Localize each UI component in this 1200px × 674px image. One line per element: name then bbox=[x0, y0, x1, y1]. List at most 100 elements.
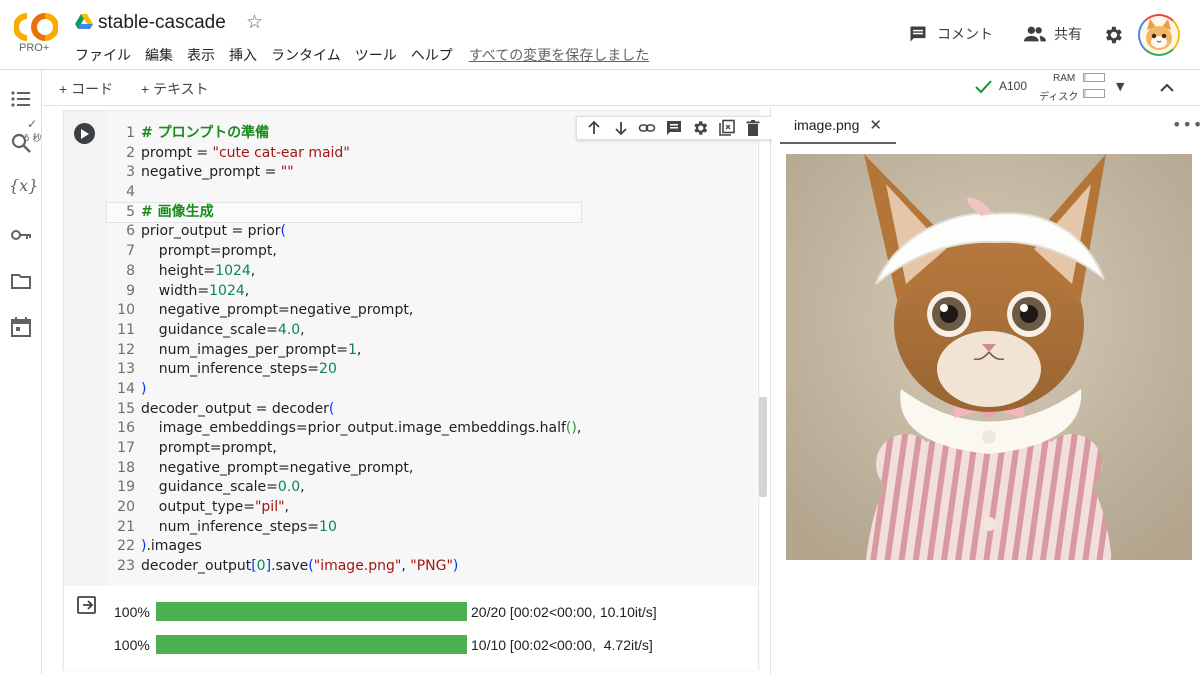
cell-toolbar bbox=[576, 116, 798, 140]
arrow-down-icon[interactable] bbox=[612, 119, 630, 137]
code-line[interactable]: 8 height=1024, bbox=[107, 262, 581, 282]
line-number: 9 bbox=[126, 282, 135, 299]
cat-avatar-image bbox=[1140, 16, 1178, 54]
folder-icon[interactable] bbox=[10, 270, 32, 292]
notebook-title[interactable]: stable-cascade bbox=[98, 12, 226, 34]
menu-runtime[interactable]: ランタイム bbox=[271, 45, 341, 65]
code-line[interactable]: 23 decoder_output[0].save("image.png", "P… bbox=[107, 557, 581, 577]
code-line[interactable]: 12 num_images_per_prompt=1, bbox=[107, 341, 581, 361]
code-line[interactable]: 2 prompt = "cute cat-ear maid" bbox=[107, 144, 581, 164]
code-line[interactable]: 19 guidance_scale=0.0, bbox=[107, 478, 581, 498]
code-line[interactable]: 17 prompt=prompt, bbox=[107, 439, 581, 459]
code-cell[interactable]: 1 # プロンプトの準備 2 prompt = "cute cat-ear maid"… bbox=[63, 110, 798, 671]
variables-icon[interactable]: {x} bbox=[9, 176, 38, 198]
code-line[interactable]: 10 negative_prompt=negative_prompt, bbox=[107, 301, 581, 321]
code-line[interactable]: 15 decoder_output = decoder( bbox=[107, 400, 581, 420]
star-icon[interactable]: ☆ bbox=[246, 11, 263, 33]
ram-meter-fill bbox=[1084, 74, 1086, 81]
code-line[interactable]: 9 width=1024, bbox=[107, 282, 581, 302]
runtime-name: A100 bbox=[999, 79, 1028, 93]
code-line[interactable]: 11 guidance_scale=4.0, bbox=[107, 321, 581, 341]
gear-icon[interactable] bbox=[1102, 24, 1124, 46]
progress-stats: 20/20 [00:02<00:00, 10.10it/s] bbox=[471, 603, 657, 620]
output-icon[interactable] bbox=[76, 594, 98, 616]
code-line[interactable]: 21 num_inference_steps=10 bbox=[107, 518, 581, 538]
comment-icon[interactable] bbox=[665, 119, 683, 137]
progress-percent: 100% bbox=[114, 603, 150, 620]
mirror-cell-icon[interactable] bbox=[718, 119, 736, 137]
run-cell-button[interactable] bbox=[74, 123, 95, 144]
more-options-icon[interactable]: ••• bbox=[1172, 115, 1200, 134]
code-line[interactable]: 16 image_embeddings=prior_output.image_e… bbox=[107, 419, 581, 439]
code-token: "image.png" bbox=[313, 558, 402, 575]
line-number: 8 bbox=[126, 262, 135, 279]
code-line[interactable]: 1 # プロンプトの準備 bbox=[107, 124, 581, 144]
line-number: 13 bbox=[117, 361, 135, 378]
menu-insert[interactable]: 挿入 bbox=[229, 45, 257, 65]
runtime-dropdown-icon[interactable]: ▼ bbox=[1116, 80, 1124, 93]
code-line[interactable]: 20 output_type="pil", bbox=[107, 498, 581, 518]
code-token: num_inference_steps= bbox=[141, 361, 320, 378]
save-status[interactable]: すべての変更を保存しました bbox=[469, 45, 649, 65]
line-number: 15 bbox=[117, 400, 135, 417]
menu-file[interactable]: ファイル bbox=[75, 45, 131, 65]
play-icon bbox=[81, 128, 89, 139]
share-button[interactable]: 共有 bbox=[1024, 24, 1082, 44]
check-icon bbox=[975, 80, 992, 94]
link-icon[interactable] bbox=[638, 119, 656, 137]
key-icon[interactable] bbox=[10, 224, 32, 246]
google-drive-icon[interactable] bbox=[75, 14, 93, 30]
menu-view[interactable]: 表示 bbox=[187, 45, 215, 65]
menu-tools[interactable]: ツール bbox=[355, 45, 397, 65]
code-line[interactable]: 7 prompt=prompt, bbox=[107, 242, 581, 262]
table-of-contents-icon[interactable] bbox=[10, 88, 32, 110]
code-token: prompt=prompt, bbox=[141, 243, 277, 260]
code-token: .images bbox=[146, 538, 202, 555]
code-token: ( bbox=[328, 400, 335, 417]
close-icon[interactable]: ✕ bbox=[869, 116, 882, 134]
line-number: 4 bbox=[126, 184, 135, 201]
line-number: 22 bbox=[117, 538, 135, 555]
code-line[interactable]: 6 prior_output = prior( bbox=[107, 222, 581, 242]
code-line[interactable]: 4 bbox=[107, 183, 581, 203]
code-token: .save bbox=[271, 558, 309, 575]
gear-icon[interactable] bbox=[691, 119, 709, 137]
tab-image-png[interactable]: image.png ✕ bbox=[780, 107, 896, 144]
code-token: image_embeddings=prior_output.image_embe… bbox=[141, 420, 566, 437]
arrow-up-icon[interactable] bbox=[585, 119, 603, 137]
code-token: guidance_scale= bbox=[141, 479, 278, 496]
code-line[interactable]: 14) bbox=[107, 380, 581, 400]
calendar-icon[interactable] bbox=[10, 316, 32, 338]
code-editor[interactable]: 1 # プロンプトの準備 2 prompt = "cute cat-ear maid"… bbox=[105, 111, 798, 586]
delete-icon[interactable] bbox=[744, 119, 762, 137]
colab-logo[interactable] bbox=[14, 12, 58, 42]
chevron-up-icon[interactable] bbox=[1155, 76, 1179, 100]
add-code-button[interactable]: + コード bbox=[59, 79, 113, 99]
code-line[interactable]: 3 negative_prompt = "" bbox=[107, 163, 581, 183]
add-text-button[interactable]: + テキスト bbox=[141, 79, 209, 99]
menu-edit[interactable]: 編集 bbox=[145, 45, 173, 65]
comment-button[interactable]: コメント bbox=[908, 24, 993, 44]
code-token: 1024 bbox=[215, 262, 251, 279]
code-line[interactable]: 22).images bbox=[107, 537, 581, 557]
cell-output: 100% 20/20 [00:02<00:00, 10.10it/s] 100%… bbox=[64, 586, 758, 671]
scrollbar[interactable] bbox=[759, 397, 767, 497]
code-token: , bbox=[576, 420, 582, 437]
avatar[interactable] bbox=[1138, 14, 1180, 56]
code-line[interactable]: 5 # 画像生成 bbox=[105, 201, 583, 224]
code-token: decoder_output = decoder bbox=[141, 400, 329, 417]
header-bar: PRO+ stable-cascade ☆ ファイル 編集 表示 挿入 ランタイ… bbox=[0, 0, 1200, 70]
code-token: prior_output = prior bbox=[141, 223, 281, 240]
menu-help[interactable]: ヘルプ bbox=[411, 45, 453, 65]
ram-meter bbox=[1083, 73, 1105, 82]
code-line[interactable]: 18 negative_prompt=negative_prompt, bbox=[107, 459, 581, 479]
disk-meter bbox=[1083, 89, 1105, 98]
code-line[interactable]: 13 num_inference_steps=20 bbox=[107, 360, 581, 380]
line-number: 18 bbox=[117, 459, 135, 476]
code-token: prompt=prompt, bbox=[141, 440, 277, 456]
disk-label: ディスク bbox=[1039, 92, 1079, 103]
code-token: # プロンプトの準備 bbox=[141, 125, 270, 141]
notebook-toolbar: + コード + テキスト A100 RAM ディスク ▼ bbox=[43, 70, 1200, 106]
line-number: 6 bbox=[126, 223, 135, 240]
tab-label: image.png bbox=[794, 116, 860, 133]
